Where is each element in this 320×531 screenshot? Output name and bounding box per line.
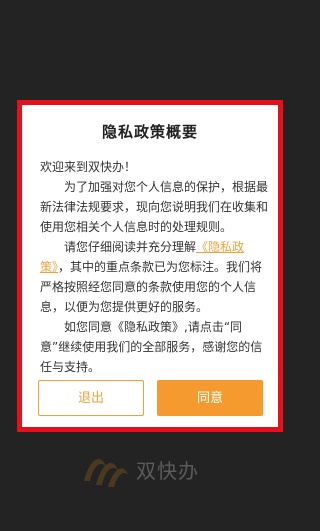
app-logo-icon: [80, 447, 130, 491]
paragraph-read-policy: 请您仔细阅读并充分理解《隐私政策》，其中的重点条款已为您标注。我们将严格按照经您…: [40, 237, 272, 317]
privacy-dialog: 隐私政策概要 欢迎来到双快办！ 为了加强对您个人信息的保护，根据最新法律法规要求…: [17, 100, 283, 432]
paragraph-agree: 如您同意《隐私政策》,请点击“同意”继续使用我们的全部服务，感谢您的信任与支持。: [40, 320, 263, 374]
dialog-title: 隐私政策概要: [101, 123, 198, 141]
paragraph-read-suffix: ，其中的重点条款已为您标注。我们将严格按照经您同意的条款使用您的个人信息，以便为…: [40, 260, 263, 314]
agree-button[interactable]: 同意: [157, 380, 263, 416]
greeting-text: 欢迎来到双快办！: [40, 160, 137, 174]
exit-button[interactable]: 退出: [38, 380, 144, 416]
app-name: 双快办: [136, 458, 199, 483]
paragraph-read-prefix: 请您仔细阅读并充分理解: [64, 240, 197, 254]
paragraph-intro: 为了加强对您个人信息的保护，根据最新法律法规要求，现向您说明我们在收集和使用您相…: [40, 180, 269, 234]
dialog-body: 欢迎来到双快办！ 为了加强对您个人信息的保护，根据最新法律法规要求，现向您说明我…: [40, 157, 272, 377]
app-watermark: 双快办: [80, 447, 199, 491]
